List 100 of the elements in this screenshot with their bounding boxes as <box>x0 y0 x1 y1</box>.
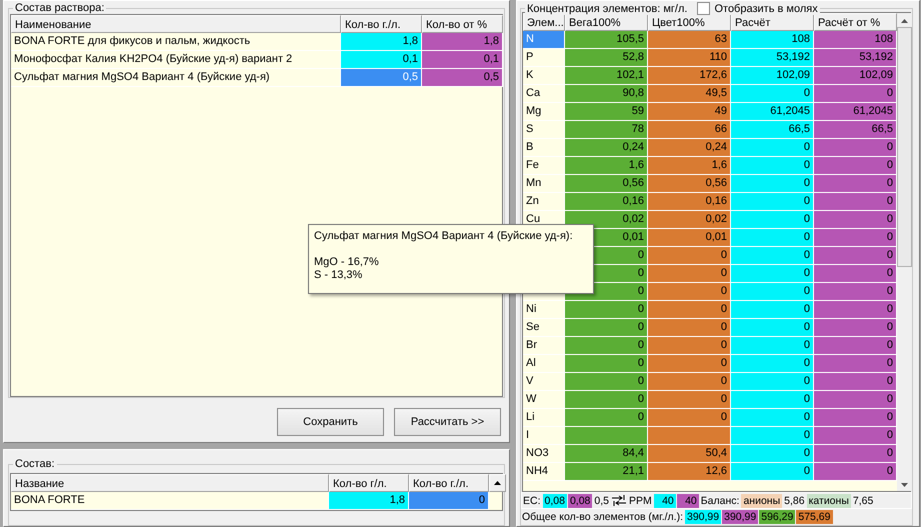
column-header[interactable]: Название <box>11 474 329 492</box>
table-cell: 0 <box>814 463 897 481</box>
table-cell: 0 <box>731 427 814 445</box>
column-header[interactable]: Кол-во г/л. <box>329 474 409 492</box>
status-label: EC: <box>522 494 542 508</box>
table-cell: 0 <box>731 391 814 409</box>
action-button[interactable]: Сохранить <box>277 408 384 436</box>
table-cell: 53,192 <box>731 49 814 67</box>
table-cell: 108 <box>814 31 897 49</box>
table-cell: 1,6 <box>565 157 648 175</box>
table-cell: 0 <box>648 301 731 319</box>
table-cell: 105,5 <box>565 31 648 49</box>
table-cell: 50,4 <box>648 445 731 463</box>
table-cell: 0 <box>814 139 897 157</box>
table-cell: Монофосфат Калия KH2PO4 (Буйские уд-я) вариант 2 <box>11 51 341 69</box>
table-cell: 0 <box>814 193 897 211</box>
table-cell: 0 <box>648 337 731 355</box>
table-cell: 66,5 <box>814 121 897 139</box>
table-cell: 0 <box>814 427 897 445</box>
scroll-up-icon[interactable] <box>901 19 908 23</box>
status-value: 575,69 <box>796 510 832 524</box>
table-cell[interactable]: 0,1 <box>341 51 422 69</box>
table-cell: 0 <box>565 373 648 391</box>
table-cell: 0,24 <box>565 139 648 157</box>
column-header[interactable]: Элем... <box>523 13 565 31</box>
column-header[interactable]: Кол-во г./л. <box>341 15 422 33</box>
status-label: 5,86 <box>783 494 806 508</box>
table-cell: 102,09 <box>814 67 897 85</box>
table-cell[interactable]: 1,8 <box>341 33 422 51</box>
table-cell: 0 <box>731 157 814 175</box>
moles-checkbox[interactable] <box>697 2 710 15</box>
table-cell: 84,4 <box>565 445 648 463</box>
status-value: анионы <box>741 494 782 508</box>
status-value: 390,99 <box>722 510 758 524</box>
table-cell: 0 <box>814 391 897 409</box>
table-cell: 0,24 <box>648 139 731 157</box>
table-cell: 1,8 <box>422 33 503 51</box>
table-cell: 0 <box>814 337 897 355</box>
table-cell: 0 <box>731 229 814 247</box>
column-header[interactable]: Кол-во г./л. <box>409 474 489 492</box>
table-cell: 0 <box>731 85 814 103</box>
table-cell: 0 <box>814 355 897 373</box>
table-cell: 63 <box>648 31 731 49</box>
group-title: Состав: <box>13 458 56 470</box>
table-cell: 0 <box>648 265 731 283</box>
table-cell: 49 <box>648 103 731 121</box>
table-cell: 0 <box>648 247 731 265</box>
table-cell: 0 <box>814 175 897 193</box>
action-button[interactable]: Рассчитать >> <box>394 408 501 436</box>
table-cell: 59 <box>565 103 648 121</box>
column-header[interactable]: Расчёт от % <box>814 13 897 31</box>
tooltip-line: S - 13,3% <box>314 269 364 282</box>
table-cell: 0 <box>731 319 814 337</box>
table-cell: 0 <box>731 445 814 463</box>
scrollbar[interactable] <box>897 13 912 491</box>
table-cell: 0 <box>731 355 814 373</box>
checkbox-label: Отобразить в молях <box>714 2 818 14</box>
table-cell: 0 <box>814 265 897 283</box>
table-cell: 0 <box>648 355 731 373</box>
status-value: 0,08 <box>542 494 567 508</box>
table-cell: 0 <box>565 409 648 427</box>
column-header[interactable]: Наименование <box>11 15 341 33</box>
table-cell: 0,16 <box>648 193 731 211</box>
table-cell: 172,6 <box>648 67 731 85</box>
table-cell: 0 <box>814 409 897 427</box>
status-label: 7,65 <box>852 494 874 508</box>
table-cell: 102,1 <box>565 67 648 85</box>
table-cell: 0,1 <box>422 51 503 69</box>
scroll-down-icon[interactable] <box>901 483 908 487</box>
table-cell: 0 <box>565 301 648 319</box>
column-header[interactable]: Кол-во от % <box>422 15 503 33</box>
table-cell: 0 <box>814 247 897 265</box>
table-cell: BONA FORTE для фикусов и пальм, жидкость <box>11 33 341 51</box>
table-cell: 0,56 <box>565 175 648 193</box>
status-value: 40 <box>654 494 676 508</box>
table-cell: 0,5 <box>422 69 503 87</box>
status-value: 40 <box>676 494 699 508</box>
table-cell: 66,5 <box>731 121 814 139</box>
table-cell: 0 <box>731 265 814 283</box>
spin-arrows-icon[interactable] <box>611 495 627 506</box>
table-cell: 0 <box>814 445 897 463</box>
table-cell: 0 <box>814 301 897 319</box>
table-cell: 12,6 <box>648 463 731 481</box>
table-cell: 0 <box>731 337 814 355</box>
table-cell: 0 <box>731 139 814 157</box>
table-cell: 0,01 <box>648 229 731 247</box>
table-cell: 66 <box>648 121 731 139</box>
status-label: Общее кол-во элементов (мг./л.): <box>521 510 684 524</box>
scroll-up-icon[interactable] <box>489 474 506 492</box>
table-cell: 0 <box>731 301 814 319</box>
table-cell: 1,8 <box>329 492 409 510</box>
table-cell: 90,8 <box>565 85 648 103</box>
table-cell: 0 <box>731 211 814 229</box>
table-cell: 0,56 <box>648 175 731 193</box>
table-cell: 0 <box>731 193 814 211</box>
table-cell: 61,2045 <box>731 103 814 121</box>
table-cell: 0,02 <box>565 211 648 229</box>
scroll-thumb[interactable] <box>897 27 912 267</box>
status-value: 596,29 <box>759 510 796 524</box>
group-title: Концентрация элементов: мг/л. <box>527 2 688 14</box>
